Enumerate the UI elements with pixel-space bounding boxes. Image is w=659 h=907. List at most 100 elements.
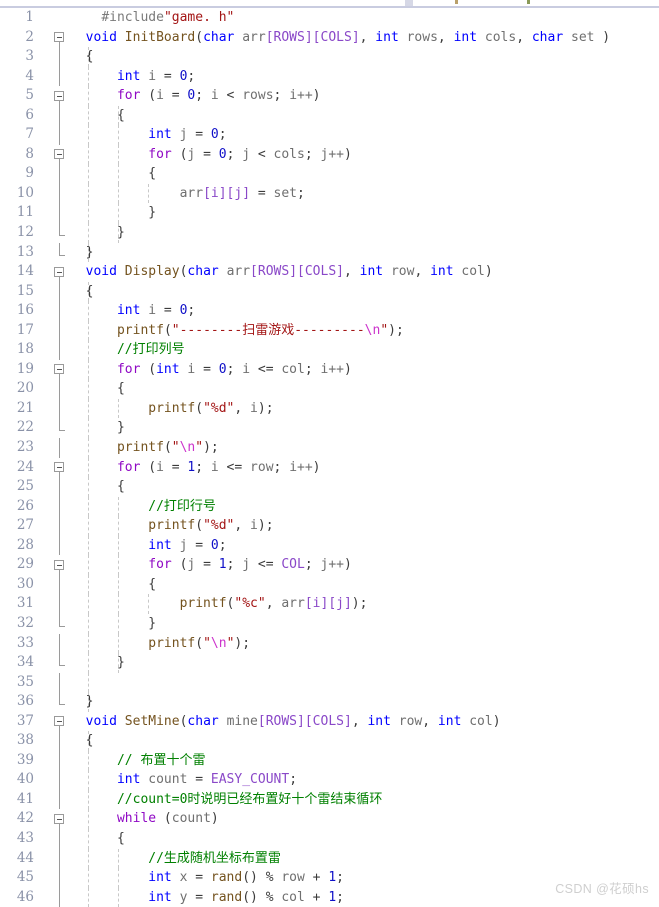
- code-line[interactable]: 26 //打印行号: [0, 496, 659, 517]
- code-line[interactable]: 3 {: [0, 47, 659, 67]
- code-line[interactable]: 17 printf("--------扫雷游戏---------\n");: [0, 320, 659, 341]
- code-token: i: [250, 400, 258, 416]
- code-line[interactable]: 33 printf("\n");: [0, 633, 659, 654]
- fold-collapse-icon[interactable]: [54, 149, 64, 160]
- code-token: rand: [210, 870, 243, 886]
- fold-collapse-icon[interactable]: [54, 559, 64, 570]
- code-token: printf: [148, 400, 196, 416]
- fold-guide-line: [58, 301, 60, 321]
- code-line[interactable]: 35: [0, 672, 659, 693]
- fold-collapse-icon[interactable]: [54, 266, 64, 277]
- code-text: // 布置十个雷: [70, 751, 205, 771]
- code-line[interactable]: 10 arr[i][j] = set;: [0, 183, 659, 204]
- code-line[interactable]: 22 }: [0, 418, 659, 439]
- code-text: for (i = 1; i <= row; i++): [70, 458, 321, 478]
- code-token: =: [195, 146, 219, 162]
- code-line[interactable]: 14 void Display(char arr[ROWS][COLS], in…: [0, 262, 659, 283]
- code-line[interactable]: 41 //count=0时说明已经布置好十个雷结束循环: [0, 789, 659, 810]
- fold-collapse-icon[interactable]: [54, 90, 64, 101]
- code-token: COLS: [304, 264, 337, 280]
- code-token: row: [398, 713, 423, 729]
- code-line[interactable]: 15 {: [0, 281, 659, 302]
- code-token: i: [210, 185, 219, 201]
- code-line[interactable]: 31 printf("%c", arr[i][j]);: [0, 594, 659, 614]
- code-text: {: [70, 829, 125, 849]
- code-line[interactable]: 18 //打印列号: [0, 340, 659, 360]
- code-line[interactable]: 40 int count = EASY_COUNT;: [0, 770, 659, 790]
- fold-collapse-icon[interactable]: [54, 364, 64, 375]
- code-line[interactable]: 44 //生成随机坐标布置雷: [0, 848, 659, 869]
- code-line[interactable]: 27 printf("%d", i);: [0, 516, 659, 536]
- code-line[interactable]: 29 for (j = 1; j <= COL; j++): [0, 555, 659, 576]
- code-line[interactable]: 32 }: [0, 613, 659, 634]
- line-number: 25: [16, 478, 34, 495]
- code-line[interactable]: 4 int i = 0;: [0, 66, 659, 87]
- code-line[interactable]: 2 void InitBoard(char arr[ROWS][COLS], i…: [0, 28, 659, 48]
- code-line[interactable]: 21 printf("%d", i);: [0, 398, 659, 419]
- code-line[interactable]: 9 {: [0, 164, 659, 184]
- code-line[interactable]: 43 {: [0, 828, 659, 849]
- code-line[interactable]: 36 }: [0, 692, 659, 712]
- code-line[interactable]: 13 }: [0, 242, 659, 263]
- code-line[interactable]: 1 #include"game. h": [0, 8, 659, 28]
- code-token: char: [187, 264, 219, 280]
- fold-collapse-icon[interactable]: [54, 32, 64, 43]
- code-line[interactable]: 7 int j = 0;: [0, 125, 659, 145]
- tab-tick-right: [527, 0, 530, 4]
- code-line[interactable]: 12 }: [0, 223, 659, 243]
- code-editor-surface[interactable]: 1 #include"game. h" 2 void InitBoard(char…: [0, 8, 659, 907]
- code-text: {: [70, 282, 94, 302]
- code-line[interactable]: 39 // 布置十个雷: [0, 750, 659, 771]
- code-token: ROWS: [257, 264, 290, 280]
- code-token: ;: [226, 361, 243, 377]
- code-line[interactable]: 42 while (count): [0, 809, 659, 830]
- code-line[interactable]: 6 {: [0, 105, 659, 126]
- line-number: 15: [16, 282, 34, 299]
- line-number: 35: [16, 673, 34, 690]
- code-text: }: [70, 223, 125, 243]
- code-line[interactable]: 19 for (int i = 0; i <= col; i++): [0, 359, 659, 380]
- code-token: (: [195, 518, 204, 534]
- code-token: %: [257, 889, 282, 905]
- line-number: 6: [25, 106, 34, 123]
- code-line[interactable]: 34 }: [0, 653, 659, 673]
- code-token: Display: [124, 264, 180, 280]
- code-line[interactable]: 25 {: [0, 477, 659, 497]
- code-line[interactable]: 38 {: [0, 731, 659, 751]
- code-token: COL: [281, 557, 305, 573]
- code-token: "%d": [203, 400, 235, 416]
- fold-guide-line: [58, 164, 60, 184]
- line-number: 34: [16, 654, 34, 671]
- code-line[interactable]: 24 for (i = 1; i <= row; i++): [0, 457, 659, 478]
- code-token: cols: [273, 146, 305, 162]
- code-line[interactable]: 5 for (i = 0; i < rows; i++): [0, 86, 659, 107]
- code-line[interactable]: 16 int i = 0;: [0, 301, 659, 321]
- fold-collapse-icon[interactable]: [54, 716, 64, 727]
- fold-collapse-icon[interactable]: [54, 462, 64, 473]
- code-token: ;: [195, 88, 211, 104]
- code-text: }: [70, 653, 125, 673]
- code-text: int y = rand() % col + 1;: [70, 888, 344, 907]
- code-token: ;: [304, 146, 321, 162]
- code-line[interactable]: 28 int j = 0;: [0, 535, 659, 556]
- fold-collapse-icon[interactable]: [54, 813, 64, 824]
- code-line[interactable]: 20 {: [0, 379, 659, 399]
- code-line[interactable]: 37 void SetMine(char mine[ROWS][COLS], i…: [0, 712, 659, 732]
- code-line[interactable]: 11 }: [0, 203, 659, 224]
- code-text: }: [70, 203, 156, 223]
- code-token: }: [70, 225, 125, 241]
- code-line[interactable]: 23 printf("\n");: [0, 438, 659, 458]
- code-text: //打印列号: [70, 340, 185, 360]
- code-line[interactable]: 30 {: [0, 574, 659, 595]
- code-line[interactable]: 8 for (j = 0; j < cols; j++): [0, 144, 659, 165]
- code-token: ;: [297, 185, 305, 201]
- code-token: (: [140, 459, 157, 475]
- code-text: int j = 0;: [70, 536, 226, 556]
